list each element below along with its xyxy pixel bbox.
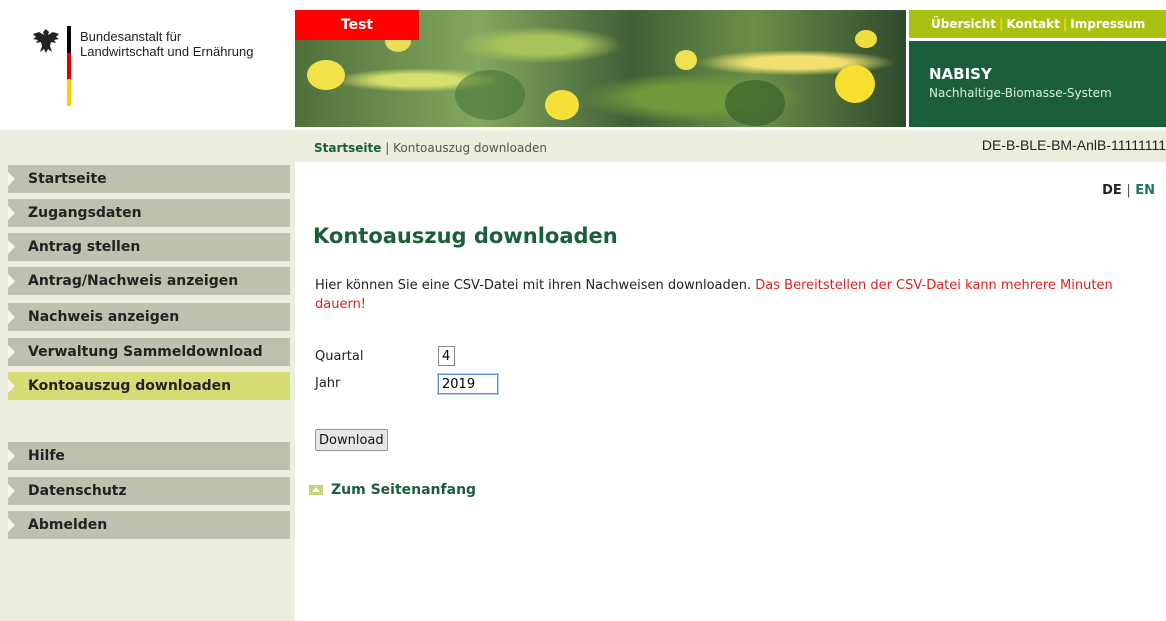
top-nav-separator: | xyxy=(999,17,1004,31)
german-flag-bar xyxy=(67,26,71,106)
sidebar-item-verwaltung-sammeldownload[interactable]: Verwaltung Sammeldownload xyxy=(8,338,290,366)
breadcrumb-separator: | xyxy=(385,141,390,155)
top-nav-overview-link[interactable]: Übersicht xyxy=(931,17,996,31)
top-nav-imprint-link[interactable]: Impressum xyxy=(1070,17,1145,31)
sidebar-item-abmelden[interactable]: Abmelden xyxy=(8,511,290,539)
info-description: Hier können Sie eine CSV-Datei mit ihren… xyxy=(315,278,752,293)
sidebar: Startseite Zugangsdaten Antrag stellen A… xyxy=(0,162,295,621)
language-en-link[interactable]: EN xyxy=(1135,183,1155,198)
language-de-link[interactable]: DE xyxy=(1102,183,1122,198)
breadcrumb-home-link[interactable]: Startseite xyxy=(314,141,381,155)
brand-box: NABISY Nachhaltige-Biomasse-System xyxy=(909,41,1166,127)
quarter-label: Quartal xyxy=(315,349,364,364)
info-text: Hier können Sie eine CSV-Datei mit ihren… xyxy=(315,276,1155,314)
brand-subtitle: Nachhaltige-Biomasse-System xyxy=(929,86,1112,100)
sidebar-item-antrag-nachweis-anzeigen[interactable]: Antrag/Nachweis anzeigen xyxy=(8,267,290,295)
arrow-up-icon xyxy=(309,485,323,495)
breadcrumb-current: Kontoauszug downloaden xyxy=(393,141,547,155)
sidebar-item-startseite[interactable]: Startseite xyxy=(8,165,290,193)
top-navigation: Übersicht | Kontakt | Impressum xyxy=(909,10,1166,38)
breadcrumb-bar: Startseite | Kontoauszug downloaden DE-B… xyxy=(0,130,1166,162)
brand-title: NABISY xyxy=(929,65,992,83)
sidebar-item-zugangsdaten[interactable]: Zugangsdaten xyxy=(8,199,290,227)
download-button[interactable]: Download xyxy=(315,429,388,451)
back-to-top-link[interactable]: Zum Seitenanfang xyxy=(309,482,476,498)
page-title: Kontoauszug downloaden xyxy=(313,224,618,248)
organization-line-2: Landwirtschaft und Ernährung xyxy=(80,44,254,59)
back-to-top-label: Zum Seitenanfang xyxy=(331,482,477,498)
year-input[interactable] xyxy=(438,374,498,394)
account-id: DE-B-BLE-BM-AnlB-11111111 xyxy=(981,137,1166,153)
sidebar-item-hilfe[interactable]: Hilfe xyxy=(8,442,290,470)
year-label: Jahr xyxy=(315,376,341,391)
language-separator: | xyxy=(1126,183,1131,198)
sidebar-item-datenschutz[interactable]: Datenschutz xyxy=(8,477,290,505)
sidebar-item-kontoauszug-downloaden[interactable]: Kontoauszug downloaden xyxy=(8,372,290,400)
header: Bundesanstalt für Landwirtschaft und Ern… xyxy=(0,0,1166,130)
sidebar-item-nachweis-anzeigen[interactable]: Nachweis anzeigen xyxy=(8,303,290,331)
test-environment-label: Test xyxy=(295,10,419,40)
language-switch: DE | EN xyxy=(1102,183,1155,198)
organization-name: Bundesanstalt für Landwirtschaft und Ern… xyxy=(80,29,253,59)
quarter-input[interactable] xyxy=(438,346,455,366)
organization-line-1: Bundesanstalt für xyxy=(80,29,182,44)
main-content: DE | EN Kontoauszug downloaden Hier könn… xyxy=(295,162,1166,621)
logo-area: Bundesanstalt für Landwirtschaft und Ern… xyxy=(0,0,295,130)
breadcrumb: Startseite | Kontoauszug downloaden xyxy=(314,141,547,155)
federal-eagle-icon xyxy=(33,29,59,53)
sidebar-item-antrag-stellen[interactable]: Antrag stellen xyxy=(8,233,290,261)
top-nav-contact-link[interactable]: Kontakt xyxy=(1006,17,1059,31)
top-nav-separator: | xyxy=(1062,17,1068,31)
